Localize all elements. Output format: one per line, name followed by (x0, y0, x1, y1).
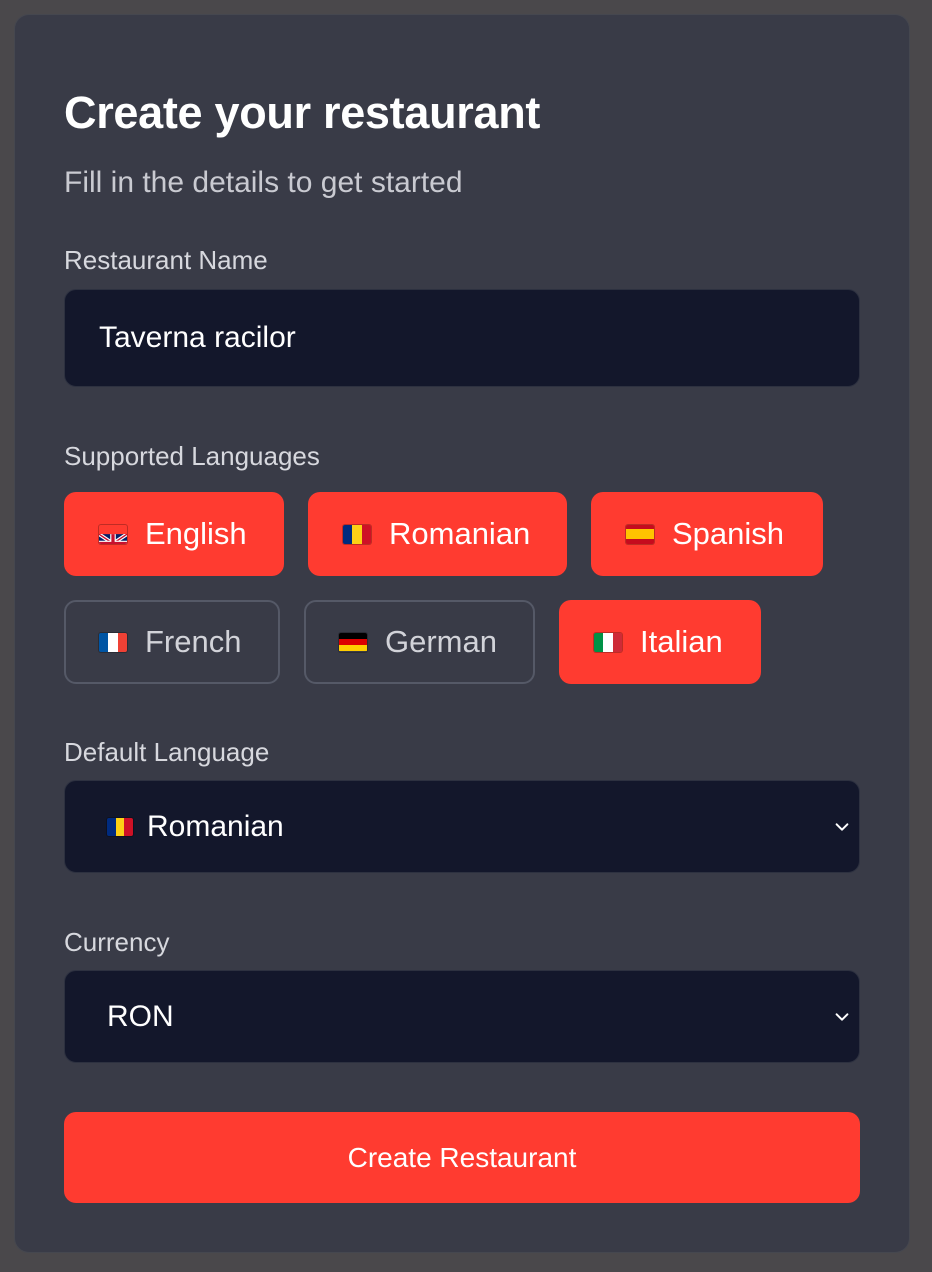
default-language-value: Romanian (147, 809, 284, 843)
language-chip-label: Spanish (672, 516, 785, 551)
currency-value: RON (107, 999, 174, 1033)
uk-flag-icon (99, 525, 127, 544)
spain-flag-icon (626, 524, 654, 544)
restaurant-name-label: Restaurant Name (64, 245, 268, 275)
language-chip-spanish[interactable]: Spanish (591, 492, 823, 576)
create-restaurant-button[interactable]: Create Restaurant (64, 1112, 860, 1203)
chevron-down-icon (835, 1012, 849, 1021)
restaurant-name-input[interactable]: Taverna racilor (64, 289, 860, 387)
language-chip-label: French (145, 624, 242, 659)
currency-select[interactable]: RON (64, 970, 860, 1063)
language-chip-french[interactable]: French (64, 600, 280, 684)
language-chip-german[interactable]: German (304, 600, 535, 684)
supported-languages-label: Supported Languages (64, 441, 320, 471)
france-flag-icon (99, 632, 127, 652)
language-chip-label: Italian (640, 624, 723, 659)
default-language-select[interactable]: Romanian (64, 780, 860, 873)
language-chip-label: German (385, 624, 497, 659)
language-chip-english[interactable]: English (64, 492, 284, 576)
chevron-down-icon (835, 822, 849, 831)
italy-flag-icon (594, 632, 622, 652)
restaurant-name-value: Taverna racilor (99, 321, 296, 354)
page-subtitle: Fill in the details to get started (64, 166, 463, 199)
language-chip-label: English (145, 516, 247, 551)
romania-flag-icon (343, 524, 371, 544)
germany-flag-icon (339, 632, 367, 652)
language-chip-italian[interactable]: Italian (559, 600, 761, 684)
language-chip-label: Romanian (389, 516, 531, 551)
default-language-label: Default Language (64, 737, 270, 767)
page-title: Create your restaurant (64, 87, 541, 138)
create-restaurant-card: Create your restaurant Fill in the detai… (15, 15, 909, 1252)
romania-flag-icon (107, 817, 133, 836)
currency-label: Currency (64, 927, 170, 957)
language-chip-romanian[interactable]: Romanian (308, 492, 567, 576)
default-language-selected: Romanian (107, 810, 284, 844)
